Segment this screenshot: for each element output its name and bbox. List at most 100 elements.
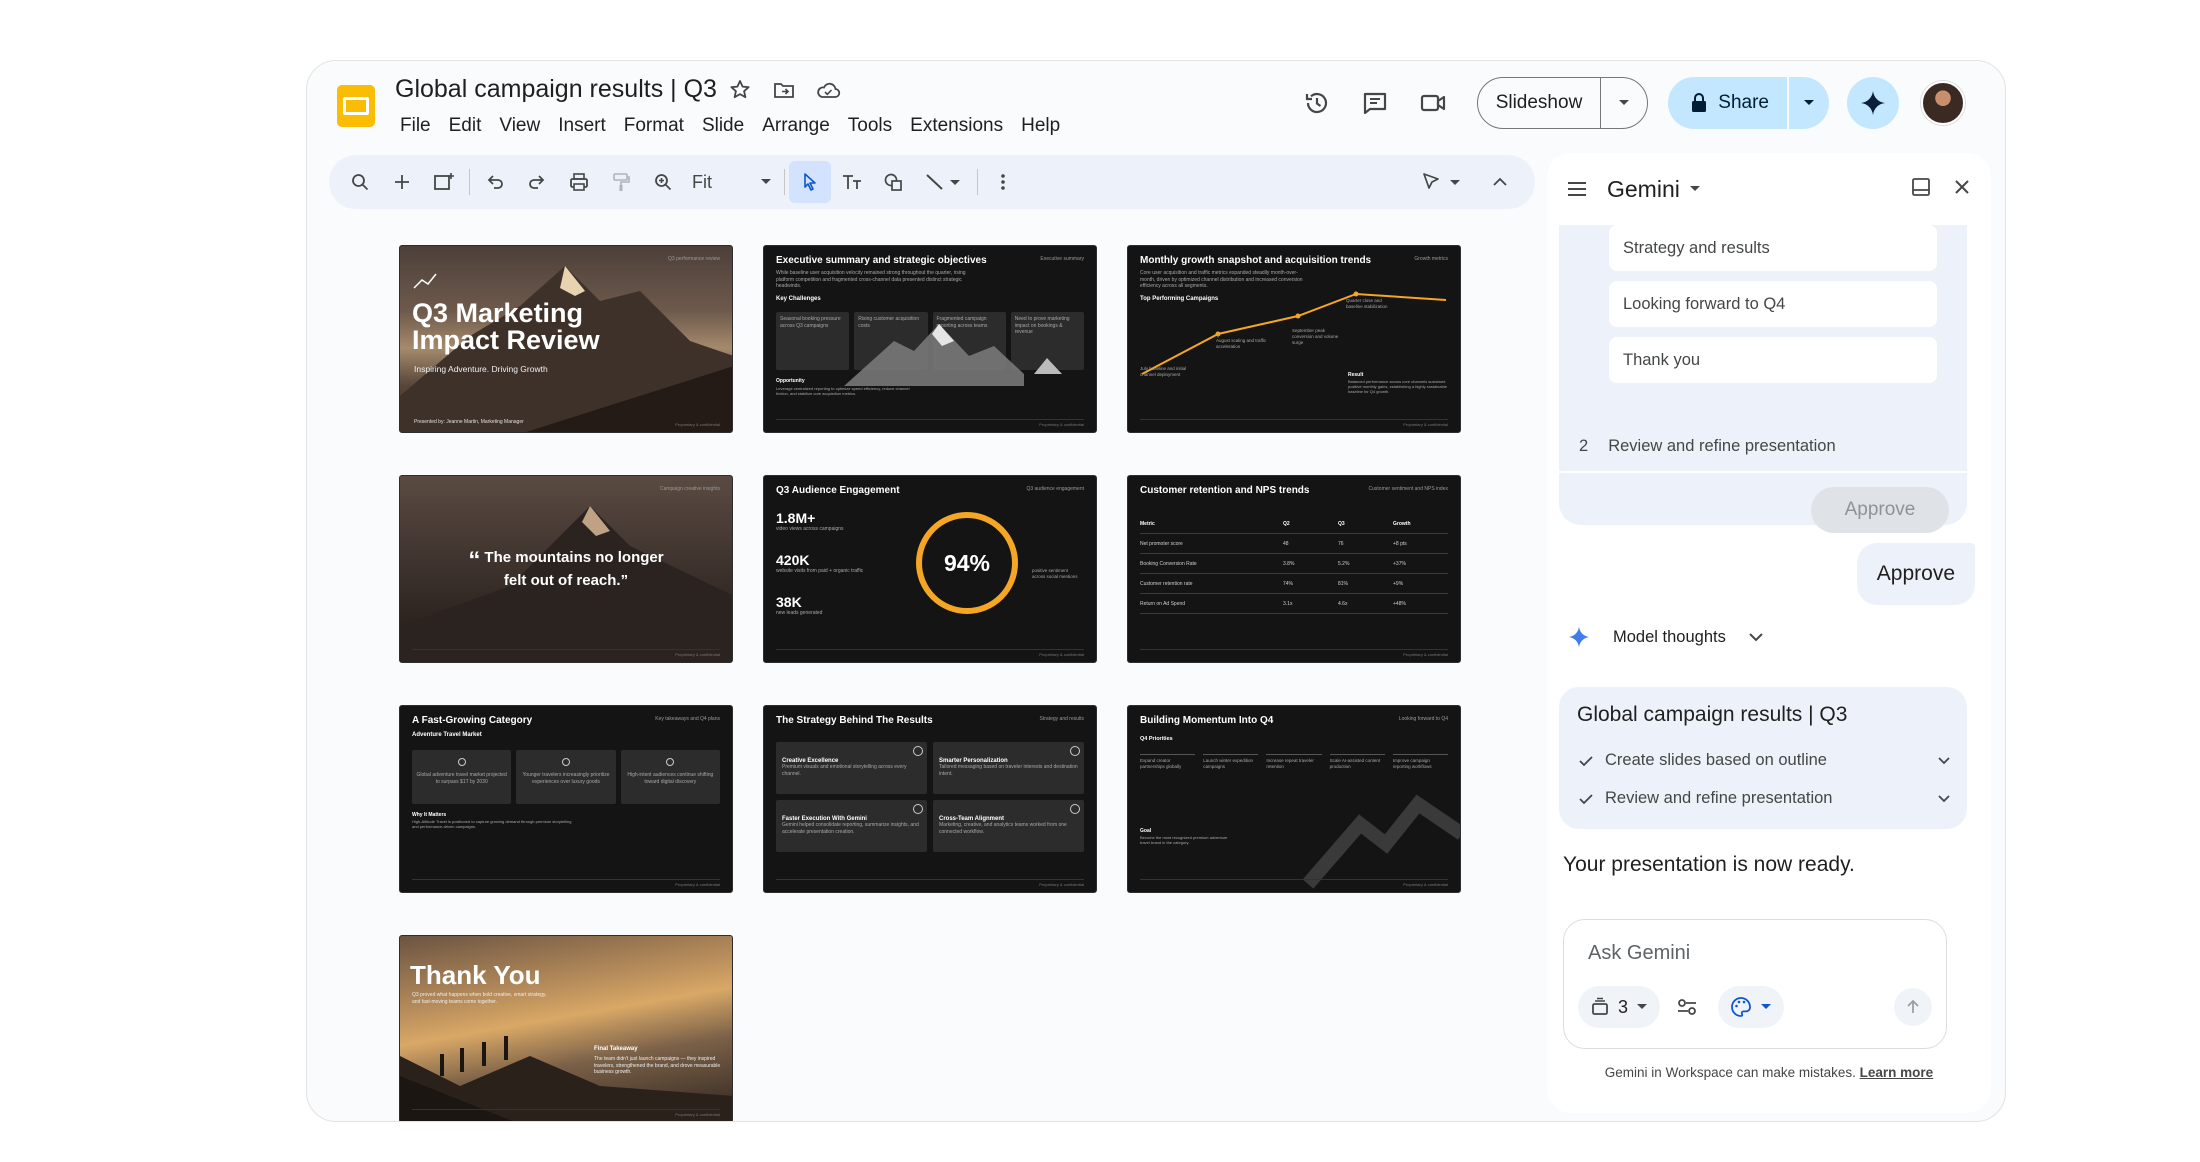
arrow-up-icon <box>1907 999 1919 1013</box>
metric-label: website visits from paid + organic traff… <box>776 568 864 574</box>
ask-gemini-input[interactable]: Ask Gemini 3 <box>1563 919 1947 1049</box>
menu-file[interactable]: File <box>391 109 440 143</box>
redo-icon[interactable] <box>516 161 558 203</box>
summary-step[interactable]: Review and refine presentation <box>1579 789 1951 808</box>
select-cursor-icon[interactable] <box>789 161 831 203</box>
gemini-spark-icon <box>1861 91 1885 115</box>
clock-icon <box>913 804 923 814</box>
market-boxes: Global adventure travel market projected… <box>412 750 720 804</box>
zoom-select[interactable]: Fit <box>684 172 780 193</box>
line-icon[interactable] <box>915 161 973 203</box>
strategy-cell-text: Premium visuals and emotional storytelli… <box>782 764 907 777</box>
market-box-text: Younger travelers increasingly prioritiz… <box>522 772 610 785</box>
quote-text: The mountains no longer <box>484 549 664 566</box>
slide-footer-line <box>1140 649 1448 650</box>
strategy-cell: Smarter Personalization Tailored messagi… <box>933 742 1084 794</box>
close-icon[interactable] <box>1953 178 1971 201</box>
slide-thumbnail-6[interactable]: Customer retention and NPS trends Custom… <box>1127 475 1461 663</box>
learn-more-link[interactable]: Learn more <box>1860 1065 1934 1080</box>
zoom-value: Fit <box>692 171 712 192</box>
meet-video-icon[interactable] <box>1409 79 1457 127</box>
metric-value: 1.8M+ <box>776 510 816 526</box>
account-avatar[interactable] <box>1921 81 1965 125</box>
print-icon[interactable] <box>558 161 600 203</box>
chevron-down-icon[interactable] <box>1688 184 1702 194</box>
search-menus-icon[interactable] <box>339 161 381 203</box>
zoom-icon[interactable] <box>642 161 684 203</box>
slide-thumbnail-9[interactable]: Building Momentum Into Q4 Looking forwar… <box>1127 705 1461 893</box>
document-title[interactable]: Global campaign results | Q3 <box>395 75 717 104</box>
text-box-icon[interactable] <box>831 161 873 203</box>
menu-slide[interactable]: Slide <box>693 109 753 143</box>
dock-panel-icon[interactable] <box>1911 177 1931 202</box>
move-folder-icon[interactable] <box>769 75 799 105</box>
why-label: Why It Matters <box>412 812 447 818</box>
plan-step-label: Review and refine presentation <box>1608 437 1836 455</box>
more-options-icon[interactable] <box>982 161 1024 203</box>
table-cell: 76 <box>1338 540 1344 547</box>
send-button[interactable] <box>1894 988 1932 1026</box>
table-header-cell: Metric <box>1140 520 1155 527</box>
paint-format-icon[interactable] <box>600 161 642 203</box>
menu-extensions[interactable]: Extensions <box>901 109 1012 143</box>
menu-bar: File Edit View Insert Format Slide Arran… <box>391 109 1069 143</box>
slide-thumbnail-3[interactable]: Monthly growth snapshot and acquisition … <box>1127 245 1461 433</box>
menu-help[interactable]: Help <box>1012 109 1069 143</box>
summary-step-label: Create slides based on outline <box>1605 751 1827 769</box>
menu-edit[interactable]: Edit <box>440 109 491 143</box>
slide-quote: “The mountains no longer felt out of rea… <box>400 548 732 589</box>
slide-footer: Proprietary & confidential <box>675 422 720 427</box>
slide-footer: Proprietary & confidential <box>675 1112 720 1117</box>
slideshow-options-dropdown[interactable] <box>1601 78 1647 128</box>
share-button-group: Share <box>1668 77 1829 129</box>
gemini-toggle-button[interactable] <box>1847 77 1899 129</box>
undo-icon[interactable] <box>474 161 516 203</box>
table-cell: Booking Conversion Rate <box>1140 560 1197 567</box>
disclaimer-text: Gemini in Workspace can make mistakes. <box>1604 1065 1856 1080</box>
slide-thumbnail-10[interactable]: Thank You Q3 proved what happens when bo… <box>399 935 733 1121</box>
collapse-toolbar-icon[interactable] <box>1479 161 1521 203</box>
theme-palette-chip[interactable] <box>1718 986 1785 1028</box>
slide-tag: Q3 performance review <box>668 256 720 262</box>
approve-button-disabled: Approve <box>1811 487 1949 533</box>
slide-thumbnail-4[interactable]: Campaign creative insights “The mountain… <box>399 475 733 663</box>
sources-chip[interactable]: 3 <box>1578 986 1661 1028</box>
pen-mode-icon[interactable] <box>1415 161 1471 203</box>
new-slide-icon[interactable] <box>381 161 423 203</box>
clock-icon <box>913 746 923 756</box>
retention-table: Metric Q2 Q3 Growth Net promoter score 4… <box>1140 514 1448 614</box>
cloud-saved-icon[interactable] <box>813 75 843 105</box>
assistant-response: Your presentation is now ready. <box>1563 853 1855 876</box>
opportunity-label: Opportunity <box>776 378 805 384</box>
menu-format[interactable]: Format <box>615 109 693 143</box>
slide-thumbnail-5[interactable]: Q3 Audience Engagement Q3 audience engag… <box>763 475 1097 663</box>
gemini-panel-title[interactable]: Gemini <box>1607 176 1680 203</box>
menu-view[interactable]: View <box>490 109 549 143</box>
share-options-dropdown[interactable] <box>1789 77 1829 129</box>
metric-value: 38K <box>776 594 802 610</box>
slide-thumbnail-2[interactable]: Executive summary and strategic objectiv… <box>763 245 1097 433</box>
table-row: Return on Ad Spend 3.1x 4.6x +48% <box>1140 594 1448 614</box>
star-icon[interactable] <box>725 75 755 105</box>
share-button[interactable]: Share <box>1668 77 1789 129</box>
model-thoughts-toggle[interactable]: Model thoughts <box>1567 625 1764 649</box>
summary-step[interactable]: Create slides based on outline <box>1579 751 1951 770</box>
slide-thumbnail-1[interactable]: Q3 performance review Q3 Marketing Impac… <box>399 245 733 433</box>
tune-settings-icon[interactable] <box>1666 986 1708 1028</box>
slide-footer: Proprietary & confidential <box>675 652 720 657</box>
slide-thumbnail-7[interactable]: A Fast-Growing Category Key takeaways an… <box>399 705 733 893</box>
table-header-cell: Q3 <box>1338 520 1345 527</box>
slide-thumbnail-8[interactable]: The Strategy Behind The Results Strategy… <box>763 705 1097 893</box>
slides-logo-icon[interactable] <box>333 83 379 129</box>
menu-tools[interactable]: Tools <box>839 109 901 143</box>
slideshow-button[interactable]: Slideshow <box>1478 78 1602 128</box>
menu-insert[interactable]: Insert <box>549 109 615 143</box>
new-slide-with-layout-icon[interactable] <box>423 161 465 203</box>
opportunity-text: Leverage centralized reporting to optimi… <box>776 386 910 397</box>
goal-label: Goal <box>1140 828 1152 834</box>
hamburger-menu-icon[interactable] <box>1565 177 1589 201</box>
menu-arrange[interactable]: Arrange <box>753 109 839 143</box>
version-history-icon[interactable] <box>1293 79 1341 127</box>
shape-icon[interactable] <box>873 161 915 203</box>
comments-icon[interactable] <box>1351 79 1399 127</box>
